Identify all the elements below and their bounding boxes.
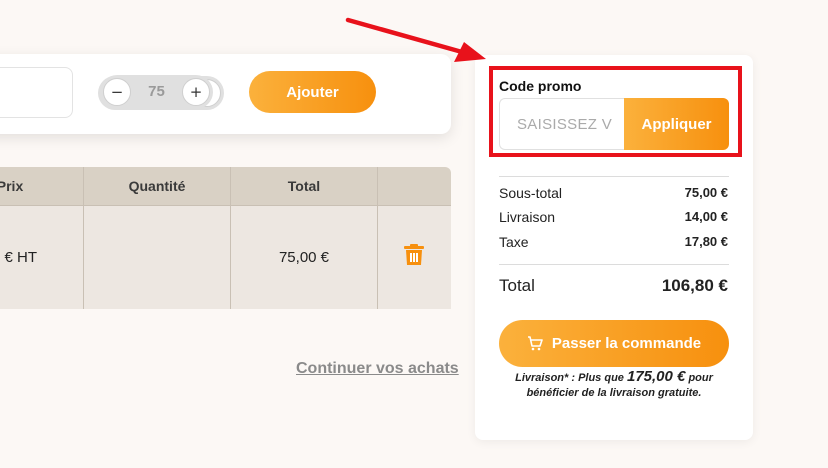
subtotal-value: 75,00 € (684, 185, 728, 200)
checkout-label: Passer la commande (551, 335, 702, 352)
header-quantity: Quantité (128, 178, 186, 194)
header-total: Total (287, 178, 321, 194)
trash-icon[interactable] (404, 244, 424, 266)
plus-icon[interactable]: + (182, 78, 210, 106)
tax-row: Taxe 17,80 € (499, 234, 728, 250)
minus-icon[interactable]: − (103, 78, 131, 106)
continue-shopping-link[interactable]: Continuer vos achats (296, 360, 459, 378)
free-shipping-note: Livraison* : Plus que 175,00 € pour béné… (499, 369, 729, 401)
subtotal-row: Sous-total 75,00 € (499, 185, 728, 201)
note-prefix: Livraison* : Plus que (515, 372, 624, 384)
add-button[interactable]: Ajouter (249, 71, 376, 113)
checkout-button[interactable]: Passer la commande (499, 320, 729, 367)
summary-divider (499, 176, 729, 177)
shipping-label: Livraison (499, 209, 556, 225)
tax-value: 17,80 € (684, 234, 728, 249)
row-price: 0 € HT (0, 248, 38, 266)
promo-code-input[interactable]: SAISISSEZ V (499, 98, 625, 150)
note-amount: 175,00 € (626, 368, 686, 385)
shipping-value: 14,00 € (684, 209, 728, 224)
shipping-row: Livraison 14,00 € (499, 209, 728, 225)
apply-promo-button[interactable]: Appliquer (624, 98, 729, 150)
subtotal-label: Sous-total (499, 185, 563, 201)
table-divider (0, 205, 451, 206)
summary-divider (499, 264, 729, 265)
row-quantity-stepper[interactable]: − 75 + (100, 75, 213, 109)
column-divider (377, 167, 378, 309)
table-row (0, 205, 451, 309)
tax-label: Taxe (499, 234, 529, 250)
row-total: 75,00 € (278, 248, 330, 266)
red-arrow-annotation (345, 17, 486, 62)
total-label: Total (499, 276, 535, 295)
total-value: 106,80 € (661, 276, 728, 295)
product-input[interactable] (0, 67, 73, 118)
row-quantity-value[interactable]: 75 (132, 75, 181, 109)
cart-icon (527, 336, 543, 351)
promo-label: Code promo (499, 78, 582, 94)
header-price: Prix (0, 178, 24, 194)
total-row: Total 106,80 € (499, 276, 728, 296)
